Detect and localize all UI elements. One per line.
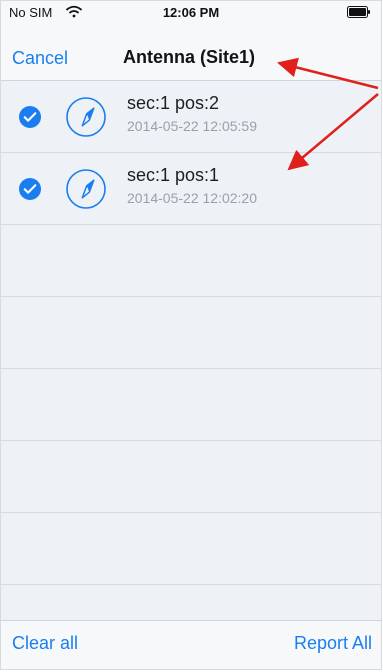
bottom-toolbar: Clear all Report All bbox=[1, 620, 381, 669]
empty-row-divider bbox=[1, 440, 381, 441]
clear-all-button[interactable]: Clear all bbox=[12, 633, 78, 654]
navigation-bar: Cancel Antenna (Site1) bbox=[1, 23, 381, 81]
empty-row-divider bbox=[1, 512, 381, 513]
empty-row-divider bbox=[1, 584, 381, 585]
record-title: sec:1 pos:2 bbox=[127, 93, 220, 113]
record-title: sec:1 pos:1 bbox=[127, 165, 220, 185]
empty-row-divider bbox=[1, 368, 381, 369]
record-timestamp: 2014-05-22 12:02:20 bbox=[127, 190, 257, 206]
list-item[interactable]: sec:1 pos:1 2014-05-22 12:02:20 bbox=[1, 153, 381, 225]
compass-icon bbox=[66, 97, 106, 137]
record-timestamp: 2014-05-22 12:05:59 bbox=[127, 118, 257, 134]
compass-icon bbox=[66, 169, 106, 209]
record-list: sec:1 pos:2 2014-05-22 12:05:59 sec:1 po… bbox=[1, 81, 381, 225]
report-all-button[interactable]: Report All bbox=[294, 633, 372, 654]
phone-screen: No SIM 12:06 PM Cancel Antenna (Site1) s… bbox=[0, 0, 382, 670]
checkmark-circle-icon[interactable] bbox=[18, 177, 42, 201]
list-item[interactable]: sec:1 pos:2 2014-05-22 12:05:59 bbox=[1, 81, 381, 153]
checkmark-circle-icon[interactable] bbox=[18, 105, 42, 129]
battery-icon bbox=[347, 6, 370, 18]
wifi-icon bbox=[66, 5, 82, 18]
cancel-button[interactable]: Cancel bbox=[12, 48, 68, 69]
empty-list-area bbox=[1, 225, 381, 622]
carrier-label: No SIM bbox=[9, 5, 53, 20]
status-bar: No SIM 12:06 PM bbox=[1, 1, 381, 23]
page-title: Antenna (Site1) bbox=[123, 47, 256, 67]
status-time: 12:06 PM bbox=[162, 5, 220, 20]
empty-row-divider bbox=[1, 296, 381, 297]
